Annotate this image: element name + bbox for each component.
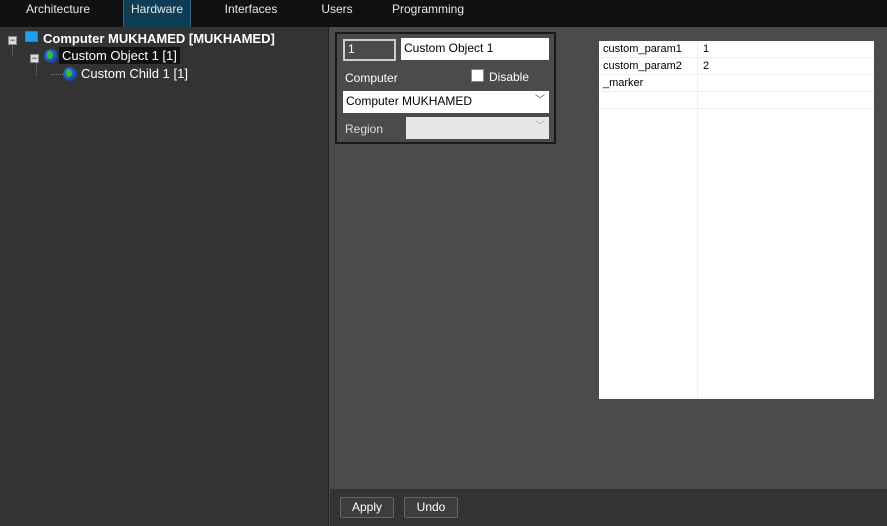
collapse-toggle[interactable]: − [8,36,17,45]
tab-users[interactable]: Users [310,0,364,27]
disable-label: Disable [489,70,530,84]
bottom-bar: Apply Undo [330,489,887,526]
id-input[interactable]: 1 [343,39,396,61]
computer-icon [25,31,38,42]
tree-node-custom-child[interactable]: Custom Child 1 [1] [81,65,188,82]
param-value[interactable]: 1 [703,41,709,57]
tree-node-custom-object[interactable]: Custom Object 1 [1] [59,47,180,64]
globe-icon [63,67,77,81]
parameters-grid: custom_param1 1 custom_param2 2 _marker [599,41,874,399]
param-row-empty [599,92,874,109]
param-value[interactable]: 2 [703,58,709,74]
param-row[interactable]: custom_param1 1 [599,41,874,58]
tab-programming[interactable]: Programming [388,0,468,27]
computer-select[interactable]: Computer MUKHAMED ﹀ [343,91,549,113]
param-row[interactable]: _marker [599,75,874,92]
param-name: custom_param2 [603,60,682,72]
undo-button[interactable]: Undo [404,497,458,518]
tree-line [36,63,37,76]
globe-icon [44,49,58,63]
tree-node-computer[interactable]: Computer MUKHAMED [MUKHAMED] [43,30,275,47]
tab-architecture[interactable]: Architecture [0,0,116,27]
apply-button[interactable]: Apply [340,497,394,518]
top-tab-bar: Architecture Hardware Interfaces Users P… [0,0,887,27]
region-select[interactable]: ﹀ [406,117,549,139]
chevron-down-icon: ﹀ [535,121,545,132]
computer-label: Computer [345,71,398,85]
param-name: _marker [603,77,644,89]
param-row[interactable]: custom_param2 2 [599,58,874,75]
tab-hardware[interactable]: Hardware [123,0,191,27]
disable-checkbox[interactable] [471,69,484,82]
collapse-toggle[interactable]: − [30,54,39,63]
tree-line [51,74,63,75]
chevron-down-icon: ﹀ [535,95,545,106]
param-name: custom_param1 [603,43,682,55]
region-label: Region [345,122,384,136]
computer-select-value: Computer MUKHAMED [346,94,473,108]
object-properties-panel: 1 Custom Object 1 Computer Disable Compu… [335,32,556,144]
hardware-tree: − Computer MUKHAMED [MUKHAMED] − Custom … [0,27,329,526]
name-input[interactable]: Custom Object 1 [401,38,549,60]
tab-interfaces[interactable]: Interfaces [214,0,288,27]
